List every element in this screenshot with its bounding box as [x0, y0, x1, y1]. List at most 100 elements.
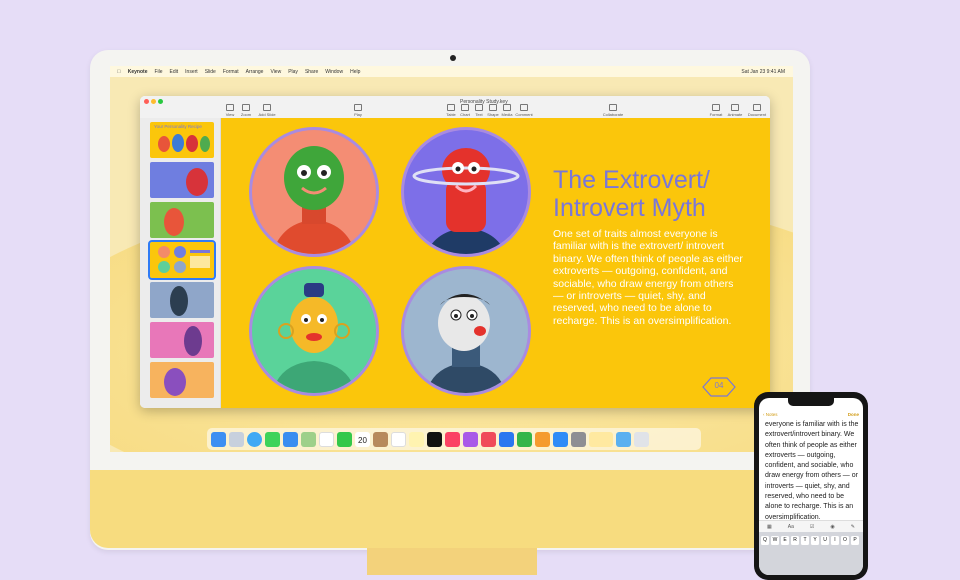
- key-y[interactable]: Y: [811, 536, 819, 545]
- slide-thumbnail-7[interactable]: [150, 362, 214, 398]
- key-r[interactable]: R: [791, 536, 799, 545]
- menu-share[interactable]: Share: [305, 69, 318, 75]
- view-icon: [226, 104, 234, 111]
- slide-thumbnail-6[interactable]: [150, 322, 214, 358]
- document-button[interactable]: Document: [746, 104, 768, 117]
- media-icon: [503, 104, 511, 111]
- minimize-window-button[interactable]: [151, 99, 156, 104]
- menu-app-name[interactable]: Keynote: [128, 69, 148, 75]
- calendar-icon[interactable]: 20: [355, 431, 370, 447]
- slide-thumbnail-2[interactable]: [150, 162, 214, 198]
- slide-canvas[interactable]: The Extrovert/ Introvert Myth One set of…: [221, 118, 770, 408]
- photos-icon[interactable]: [319, 431, 334, 447]
- safari-icon[interactable]: [247, 431, 262, 447]
- key-q[interactable]: Q: [761, 536, 769, 545]
- page-number-badge: 04: [699, 376, 739, 398]
- folder-icon[interactable]: [616, 431, 631, 447]
- notes-done-button[interactable]: Done: [848, 412, 859, 417]
- character-red-head[interactable]: [401, 127, 531, 257]
- menu-view[interactable]: View: [270, 69, 281, 75]
- keynote-icon[interactable]: [499, 431, 514, 447]
- iphone-notch: [788, 398, 834, 406]
- reminders-icon[interactable]: [391, 431, 406, 447]
- system-preferences-icon[interactable]: [571, 431, 586, 447]
- checklist-icon[interactable]: ☑: [810, 524, 814, 530]
- notes-back-button[interactable]: ‹ Notes: [763, 412, 778, 417]
- slide-thumbnail-3[interactable]: [150, 202, 214, 238]
- slide-navigator: 1 Your Personality Recipe: [140, 118, 221, 408]
- animate-icon: [731, 104, 739, 111]
- menu-help[interactable]: Help: [350, 69, 360, 75]
- slide-thumbnail-5[interactable]: [150, 282, 214, 318]
- character-white-head[interactable]: [401, 266, 531, 396]
- zoom-window-button[interactable]: [158, 99, 163, 104]
- slide-thumbnail-1[interactable]: 1 Your Personality Recipe: [150, 122, 214, 158]
- character-yellow-head[interactable]: [249, 266, 379, 396]
- format-icon[interactable]: Aa: [788, 524, 794, 530]
- facetime-icon[interactable]: [337, 431, 352, 447]
- news-icon[interactable]: [481, 431, 496, 447]
- launchpad-icon[interactable]: [229, 431, 244, 447]
- slide-thumbnail-4[interactable]: [148, 240, 216, 280]
- contacts-icon[interactable]: [373, 431, 388, 447]
- numbers-icon[interactable]: [517, 431, 532, 447]
- menu-edit[interactable]: Edit: [170, 69, 179, 75]
- maps-icon[interactable]: [301, 431, 316, 447]
- menu-insert[interactable]: Insert: [185, 69, 198, 75]
- key-o[interactable]: O: [841, 536, 849, 545]
- tv-icon[interactable]: [427, 431, 442, 447]
- keyboard: Q W E R T Y U I O P: [759, 532, 863, 575]
- document-icon: [753, 104, 761, 111]
- play-icon: [354, 104, 362, 111]
- imac-stand: [367, 548, 537, 575]
- key-e[interactable]: E: [781, 536, 789, 545]
- collaborate-button[interactable]: Collaborate: [600, 104, 626, 117]
- format-button[interactable]: Format: [708, 104, 724, 117]
- key-u[interactable]: U: [821, 536, 829, 545]
- comment-icon: [520, 104, 528, 111]
- slide-headline[interactable]: The Extrovert/ Introvert Myth: [553, 166, 763, 222]
- music-icon[interactable]: [445, 431, 460, 447]
- menu-file[interactable]: File: [154, 69, 162, 75]
- podcasts-icon[interactable]: [463, 431, 478, 447]
- key-t[interactable]: T: [801, 536, 809, 545]
- key-i[interactable]: I: [831, 536, 839, 545]
- apple-menu-icon[interactable]: : [117, 69, 121, 75]
- window-toolbar: Personality Study.key View Zoom Add Slid…: [140, 96, 770, 119]
- view-button[interactable]: View: [222, 104, 238, 117]
- notes-icon[interactable]: [409, 431, 424, 447]
- markup-icon[interactable]: ✎: [851, 524, 855, 530]
- menu-clock[interactable]: Sat Jan 23 9:41 AM: [741, 69, 785, 75]
- trash-icon[interactable]: [634, 431, 649, 447]
- animate-button[interactable]: Animate: [727, 104, 743, 117]
- key-w[interactable]: W: [771, 536, 779, 545]
- zoom-button[interactable]: Zoom: [238, 104, 254, 117]
- close-window-button[interactable]: [144, 99, 149, 104]
- messages-icon[interactable]: [265, 431, 280, 447]
- camera-icon[interactable]: ◉: [830, 524, 834, 530]
- pages-icon[interactable]: [535, 431, 550, 447]
- menu-format[interactable]: Format: [223, 69, 239, 75]
- play-button[interactable]: Play: [350, 104, 366, 117]
- page-number: 04: [714, 381, 724, 390]
- finder-icon[interactable]: [211, 431, 226, 447]
- character-green-head[interactable]: [249, 127, 379, 257]
- media-button[interactable]: Media: [499, 104, 515, 117]
- table-icon[interactable]: ▦: [767, 524, 772, 530]
- shape-icon: [489, 104, 497, 111]
- menu-window[interactable]: Window: [325, 69, 343, 75]
- zoom-icon: [242, 104, 250, 111]
- chart-icon: [461, 104, 469, 111]
- notes-window-icon[interactable]: [589, 431, 613, 447]
- add-slide-button[interactable]: Add Slide: [256, 104, 278, 117]
- comment-button[interactable]: Comment: [514, 104, 534, 117]
- key-p[interactable]: P: [851, 536, 859, 545]
- menu-slide[interactable]: Slide: [205, 69, 216, 75]
- menu-play[interactable]: Play: [288, 69, 298, 75]
- mail-icon[interactable]: [283, 431, 298, 447]
- app-store-icon[interactable]: [553, 431, 568, 447]
- menu-arrange[interactable]: Arrange: [246, 69, 264, 75]
- format-icon: [712, 104, 720, 111]
- note-body-text[interactable]: everyone is familiar with is the extrove…: [765, 420, 860, 523]
- slide-body-text[interactable]: One set of traits almost everyone is fam…: [553, 228, 743, 327]
